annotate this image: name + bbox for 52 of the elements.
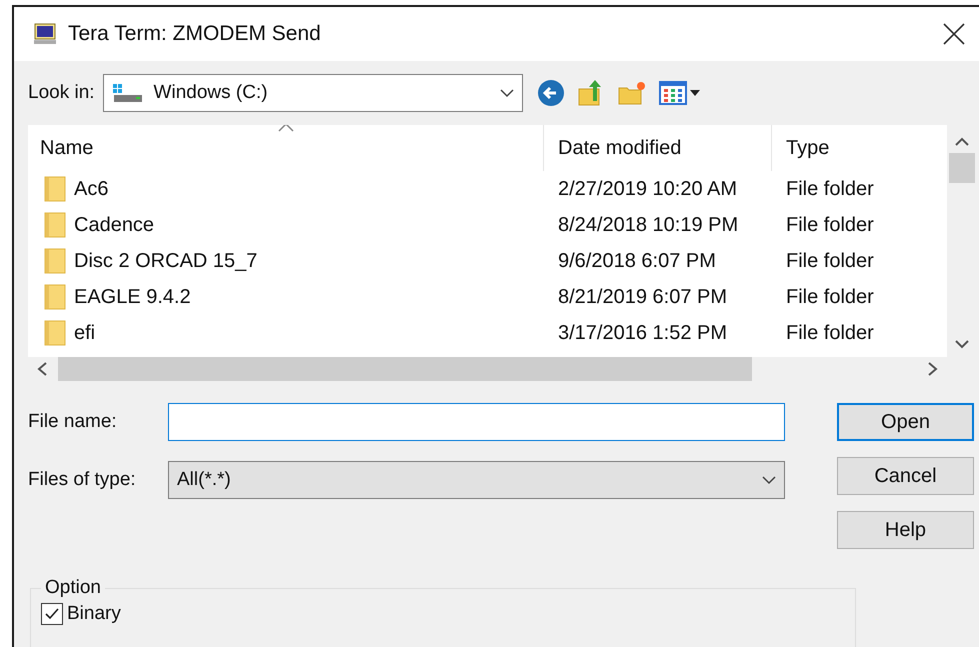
file-name-label: File name: xyxy=(28,411,118,433)
folder-icon xyxy=(44,248,66,274)
new-folder-icon[interactable] xyxy=(616,80,647,106)
checkbox-label: Binary xyxy=(67,603,121,625)
scrollbar-thumb[interactable] xyxy=(58,357,752,381)
column-header[interactable]: Name xyxy=(28,125,544,171)
file-name: Cadence xyxy=(74,214,154,236)
folder-icon xyxy=(44,284,66,310)
group-title: Option xyxy=(44,577,102,599)
dialog-button[interactable]: Cancel xyxy=(837,457,974,495)
date-cell-text: 2/27/2019 10:20 AM xyxy=(557,176,738,202)
look-in-label: Look in: xyxy=(28,82,95,104)
files-of-type-label: Files of type: xyxy=(28,469,137,491)
window-title: Tera Term: ZMODEM Send xyxy=(68,22,322,46)
file-name-cell[interactable]: Disc 2 ORCAD 15_7 xyxy=(28,243,544,279)
type-cell-text: File folder xyxy=(785,248,875,274)
check-icon xyxy=(44,606,60,622)
folder-icon xyxy=(44,320,66,346)
file-name: EAGLE 9.4.2 xyxy=(74,286,191,308)
type-cell-text: File folder xyxy=(785,176,875,202)
file-name: efi xyxy=(74,322,96,344)
chevron-down-icon xyxy=(762,475,776,485)
back-icon[interactable] xyxy=(536,79,565,107)
type-cell-text: File folder xyxy=(785,284,875,310)
file-name-cell[interactable]: efi xyxy=(28,315,544,351)
file-name: Ac6 xyxy=(74,178,108,200)
files-of-type-dropdown[interactable]: All(*.*) xyxy=(168,461,785,499)
look-in-dropdown[interactable]: Windows (C:) xyxy=(102,74,523,112)
column-header[interactable]: Date modified xyxy=(544,125,772,171)
file-name-cell[interactable]: Ac6 xyxy=(28,171,544,207)
file-name-cell[interactable]: EAGLE 9.4.2 xyxy=(28,279,544,315)
date-cell-text: 9/6/2018 6:07 PM xyxy=(557,248,717,274)
close-icon xyxy=(943,23,965,45)
type-cell-text: File folder xyxy=(785,212,875,238)
scrollbar-thumb[interactable] xyxy=(949,153,975,183)
column-header[interactable]: Type xyxy=(772,125,947,171)
dialog-button[interactable]: Help xyxy=(837,511,974,549)
date-cell-text: 3/17/2016 1:52 PM xyxy=(557,320,728,346)
view-menu-icon[interactable] xyxy=(658,80,701,106)
file-name-cell[interactable]: Cadence xyxy=(28,207,544,243)
chevron-down-icon xyxy=(500,88,514,98)
date-cell-text: 8/21/2019 6:07 PM xyxy=(557,284,728,310)
terminal-icon xyxy=(34,23,56,45)
dialog-button[interactable]: Open xyxy=(837,403,974,441)
folder-icon xyxy=(44,212,66,238)
file-name-field[interactable] xyxy=(168,403,785,441)
drive-icon xyxy=(112,82,144,104)
file-name: Disc 2 ORCAD 15_7 xyxy=(74,250,258,272)
type-cell-text: File folder xyxy=(785,320,875,346)
folder-icon xyxy=(44,176,66,202)
checkbox[interactable] xyxy=(41,603,63,625)
date-cell-text: 8/24/2018 10:19 PM xyxy=(557,212,740,238)
